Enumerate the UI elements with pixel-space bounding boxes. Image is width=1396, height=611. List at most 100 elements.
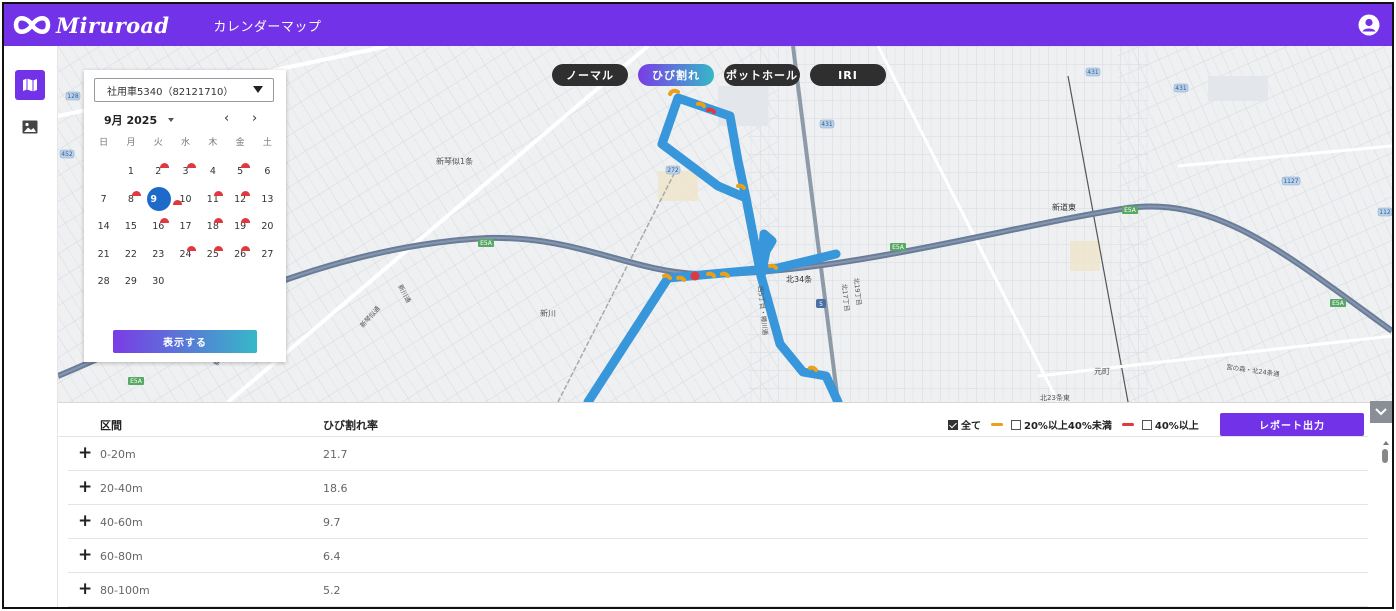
table-row[interactable]: + 80-100m 5.2	[68, 573, 1368, 607]
filter-high-label: 40%以上	[1154, 421, 1199, 432]
map-label: 新川	[540, 308, 556, 318]
weekday-label: 日	[99, 138, 109, 148]
calendar-day[interactable]: 24	[172, 241, 199, 269]
crack-high-marker[interactable]	[690, 271, 700, 281]
image-view-button[interactable]	[15, 112, 45, 142]
chevron-down-icon	[253, 86, 263, 93]
weekday-label: 金	[235, 138, 245, 148]
calendar-day[interactable]: 7	[90, 186, 117, 214]
calendar-day[interactable]: 22	[117, 241, 144, 269]
calendar-day[interactable]: 8	[117, 186, 144, 214]
calendar-day[interactable]: 23	[145, 241, 172, 269]
day-number: 6	[264, 166, 271, 178]
map-shield: 431	[1175, 85, 1187, 92]
filter-all-checkbox[interactable]	[948, 419, 958, 430]
map-label: 新道東	[1052, 202, 1076, 212]
table-body: + 0-20m 21.7 + 20-40m 18.6 + 40-60m 9.7 …	[68, 437, 1368, 607]
calendar-day[interactable]: 29	[117, 268, 144, 296]
table-row[interactable]: + 60-80m 6.4	[68, 539, 1368, 573]
calendar-day[interactable]: 16	[145, 213, 172, 241]
collapse-button[interactable]	[1370, 401, 1392, 423]
tab-iri[interactable]: IRI	[810, 64, 886, 86]
calendar-day[interactable]: 5	[226, 158, 253, 186]
day-number: 1	[127, 166, 134, 178]
day-number: 9	[150, 193, 158, 205]
calendar-day[interactable]: 6	[254, 158, 281, 186]
calendar-day[interactable]: 12	[226, 186, 253, 214]
calendar-day[interactable]: 3	[172, 158, 199, 186]
show-button[interactable]: 表示する	[113, 330, 257, 353]
scroll-up-icon[interactable]	[1383, 441, 1389, 445]
month-label[interactable]: 9月 2025	[104, 112, 157, 128]
calendar-day[interactable]: 14	[90, 213, 117, 241]
calendar-day[interactable]: 26	[226, 241, 253, 269]
calendar-day[interactable]: 1	[117, 158, 144, 186]
map-label: 新琴似1条	[436, 156, 473, 166]
vehicle-select[interactable]: 社用車5340（82121710）	[94, 78, 274, 102]
prev-month-icon[interactable]: ‹	[224, 111, 229, 126]
expand-icon[interactable]: +	[78, 547, 92, 564]
table-header: 区間 ひび割れ率 全て 20%以上40%未満 40%以上 レポート出力	[58, 403, 1368, 437]
map-label: 元町	[1094, 367, 1110, 376]
calendar-day[interactable]: 13	[254, 186, 281, 214]
map-shield: 128	[67, 93, 79, 100]
crack-marker-icon	[241, 163, 251, 168]
row-rate: 9.7	[323, 516, 341, 529]
expressway-shield: E5A	[892, 244, 905, 251]
table-row[interactable]: + 40-60m 9.7	[68, 505, 1368, 539]
row-section: 0-20m	[100, 448, 136, 461]
crack-marker-icon	[159, 218, 169, 223]
weekday-row: 日月火水木金土	[90, 135, 280, 148]
crack-marker-icon	[241, 218, 251, 223]
tab-pothole[interactable]: ポットホール	[724, 64, 800, 86]
expand-icon[interactable]: +	[78, 479, 92, 496]
map-label: 北34条	[786, 274, 812, 284]
day-blank	[90, 158, 117, 186]
calendar-day[interactable]: 2	[145, 158, 172, 186]
table-scrollbar[interactable]	[1382, 441, 1390, 607]
weekday-label: 水	[181, 138, 191, 148]
crack-marker-icon	[186, 245, 196, 251]
calendar-day[interactable]: 11	[199, 186, 226, 214]
expand-icon[interactable]: +	[78, 445, 92, 462]
month-header: 9月 2025 ‹ ›	[104, 111, 274, 128]
calendar-day[interactable]: 21	[90, 241, 117, 269]
report-export-button[interactable]: レポート出力	[1220, 413, 1364, 436]
calendar-day[interactable]: 27	[254, 241, 281, 269]
calendar-day[interactable]: 30	[145, 268, 172, 296]
row-section: 20-40m	[100, 482, 143, 495]
calendar-day-selected[interactable]: 9	[145, 186, 183, 214]
row-section: 60-80m	[100, 550, 143, 563]
calendar-day[interactable]: 15	[117, 213, 144, 241]
day-grid: 1 2 3 4 5 6 7 8 9 10 11 12 13 14 15 16 17 18 19 20 21 22 23 24 2…	[90, 158, 280, 296]
map-area[interactable]: 128 452 431 431 431 1127 112 272 5 E5A E…	[58, 46, 1392, 402]
month-dropdown-icon[interactable]	[168, 118, 174, 122]
calendar-day[interactable]: 18	[199, 213, 226, 241]
day-number: 14	[97, 221, 110, 233]
user-circle-icon[interactable]	[1358, 14, 1380, 36]
expand-icon[interactable]: +	[78, 581, 92, 598]
scroll-thumb[interactable]	[1382, 449, 1388, 463]
table-row[interactable]: + 0-20m 21.7	[68, 437, 1368, 471]
tab-crack[interactable]: ひび割れ	[638, 64, 714, 86]
calendar-day[interactable]: 25	[199, 241, 226, 269]
crack-marker-icon	[173, 199, 183, 205]
app-logo[interactable]: Miruroad	[12, 13, 169, 38]
calendar-day[interactable]: 20	[254, 213, 281, 241]
filter-high-checkbox[interactable]	[1141, 419, 1152, 430]
table-row[interactable]: + 20-40m 18.6	[68, 471, 1368, 505]
infinity-icon	[13, 16, 51, 34]
calendar-day[interactable]: 4	[199, 158, 226, 186]
map-shield: 431	[1087, 69, 1099, 76]
next-month-icon[interactable]: ›	[252, 111, 257, 126]
legend-mid-swatch	[991, 423, 1003, 426]
map-view-button[interactable]	[15, 70, 45, 100]
tab-normal[interactable]: ノーマル	[552, 64, 628, 86]
map-shield: 1127	[1283, 178, 1298, 185]
calendar-day[interactable]: 19	[226, 213, 253, 241]
filter-mid-checkbox[interactable]	[1011, 419, 1021, 430]
expand-icon[interactable]: +	[78, 513, 92, 530]
calendar-day[interactable]: 17	[172, 213, 199, 241]
weekday-label: 木	[208, 138, 218, 148]
calendar-day[interactable]: 28	[90, 268, 117, 296]
